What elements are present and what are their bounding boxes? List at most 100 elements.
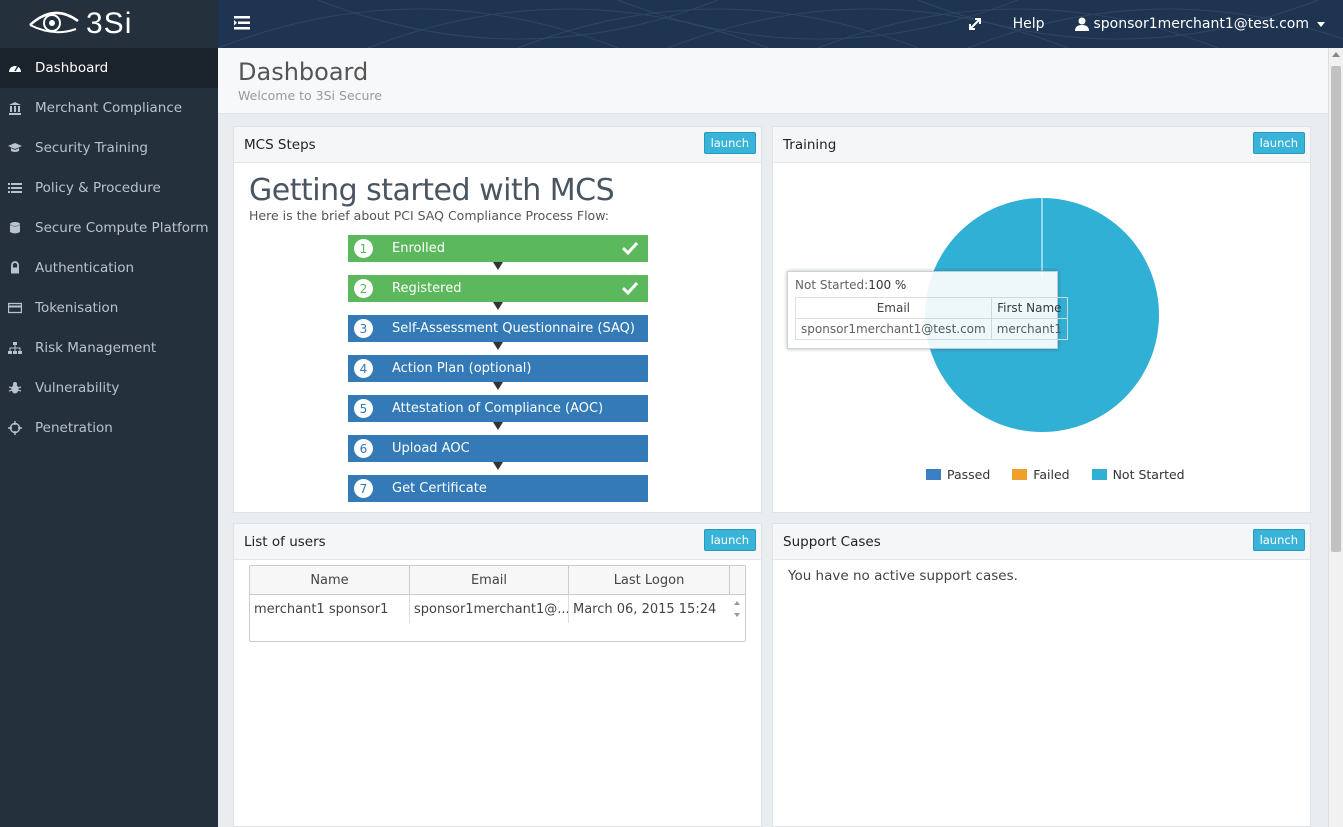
step-upload-aoc[interactable]: 6 Upload AOC — [348, 435, 648, 462]
grid-header: Name Email Last Logon — [250, 566, 745, 595]
grid-scrollbar[interactable] — [729, 595, 745, 623]
page-subtitle: Welcome to 3Si Secure — [238, 88, 382, 103]
panel-title: List of users — [244, 533, 326, 550]
sidebar-item-label: Vulnerability — [35, 380, 120, 396]
mcs-steps-panel: MCS Steps launch Getting started with MC… — [233, 126, 762, 513]
expand-icon[interactable] — [967, 16, 983, 32]
credit-card-icon — [8, 302, 22, 314]
tooltip-first-name: merchant1 — [990, 318, 1068, 340]
column-header-name[interactable]: Name — [250, 566, 410, 594]
down-arrow-icon — [493, 382, 503, 390]
down-arrow-icon — [493, 462, 503, 470]
sidebar: Dashboard Merchant Compliance Security T… — [0, 48, 218, 827]
brand-logo[interactable]: 3Si — [0, 0, 218, 48]
sidebar-item-authentication[interactable]: Authentication — [0, 248, 218, 288]
legend-item-not-started[interactable]: Not Started — [1091, 467, 1185, 482]
page-scrollbar[interactable] — [1328, 48, 1343, 827]
tooltip-value: 100 % — [868, 278, 907, 292]
chart-tooltip: Not Started:100 % Email First Name spons… — [787, 271, 1068, 349]
step-registered[interactable]: 2 Registered — [348, 275, 648, 302]
support-cases-panel: Support Cases launch You have no active … — [772, 523, 1311, 827]
table-row[interactable]: merchant1 sponsor1 sponsor1merchant1@...… — [250, 595, 745, 623]
step-number: 6 — [354, 439, 373, 458]
sidebar-item-tokenisation[interactable]: Tokenisation — [0, 288, 218, 328]
sidebar-item-label: Merchant Compliance — [35, 100, 183, 116]
sidebar-item-merchant-compliance[interactable]: Merchant Compliance — [0, 88, 218, 128]
sidebar-item-vulnerability[interactable]: Vulnerability — [0, 368, 218, 408]
launch-button[interactable]: launch — [703, 132, 756, 154]
step-number: 4 — [354, 359, 373, 378]
legend-swatch — [1012, 469, 1028, 480]
sidebar-item-label: Penetration — [35, 420, 113, 436]
crosshairs-icon — [8, 421, 22, 435]
legend-swatch — [926, 469, 941, 480]
bank-icon — [9, 102, 21, 115]
step-label: Upload AOC — [392, 441, 470, 456]
sidebar-item-label: Tokenisation — [35, 300, 119, 316]
sitemap-icon — [8, 342, 22, 354]
bug-icon — [8, 382, 22, 394]
sidebar-item-secure-compute-platform[interactable]: Secure Compute Platform — [0, 208, 218, 248]
panel-title: Support Cases — [783, 533, 881, 550]
step-number: 1 — [354, 239, 373, 258]
launch-button[interactable]: launch — [703, 529, 756, 551]
graduation-cap-icon — [8, 143, 22, 152]
mcs-subheading: Here is the brief about PCI SAQ Complian… — [249, 208, 609, 223]
step-aoc[interactable]: 5 Attestation of Compliance (AOC) — [348, 395, 648, 422]
mcs-heading: Getting started with MCS — [249, 173, 615, 208]
scroll-thumb[interactable] — [1331, 66, 1341, 552]
step-label: Get Certificate — [392, 481, 487, 496]
check-icon — [622, 281, 638, 295]
step-number: 3 — [354, 319, 373, 338]
scroll-up-icon[interactable] — [1332, 52, 1340, 57]
process-flow: 1 Enrolled 2 Registered 3 Self-Assessmen… — [348, 235, 648, 502]
cell-name: merchant1 sponsor1 — [250, 595, 410, 623]
sidebar-toggle-icon[interactable] — [232, 14, 252, 32]
tooltip-col-first-name: First Name — [990, 297, 1068, 319]
step-enrolled[interactable]: 1 Enrolled — [348, 235, 648, 262]
panel-header: List of users launch — [234, 524, 761, 560]
step-label: Registered — [392, 281, 462, 296]
database-icon — [10, 222, 20, 234]
sidebar-item-policy-procedure[interactable]: Policy & Procedure — [0, 168, 218, 208]
legend-swatch — [1091, 469, 1107, 480]
dashboard-icon — [9, 65, 21, 72]
launch-button[interactable]: launch — [1252, 132, 1305, 154]
step-label: Attestation of Compliance (AOC) — [392, 401, 604, 416]
launch-button[interactable]: launch — [1252, 529, 1305, 551]
user-menu[interactable]: sponsor1merchant1@test.com — [1074, 16, 1325, 32]
cell-email: sponsor1merchant1@... — [410, 595, 569, 623]
down-arrow-icon — [493, 302, 503, 310]
legend-label: Failed — [1033, 467, 1070, 482]
legend-item-failed[interactable]: Failed — [1012, 467, 1070, 482]
eye-logo-icon — [29, 11, 79, 34]
tooltip-col-email: Email — [795, 297, 992, 319]
step-action-plan[interactable]: 4 Action Plan (optional) — [348, 355, 648, 382]
legend-item-passed[interactable]: Passed — [926, 467, 990, 482]
panel-header: Support Cases launch — [773, 524, 1310, 560]
check-icon — [622, 241, 638, 255]
column-header-last-logon[interactable]: Last Logon — [569, 566, 730, 594]
users-panel: List of users launch Name Email Last Log… — [233, 523, 762, 827]
tooltip-table: Email First Name sponsor1merchant1@test.… — [795, 297, 1068, 340]
page-header: Dashboard Welcome to 3Si Secure — [218, 48, 1328, 114]
help-link[interactable]: Help — [1013, 16, 1045, 32]
cell-last-logon: March 06, 2015 15:24 — [573, 601, 717, 617]
sidebar-item-security-training[interactable]: Security Training — [0, 128, 218, 168]
down-arrow-icon — [493, 422, 503, 430]
sidebar-item-penetration[interactable]: Penetration — [0, 408, 218, 448]
list-icon — [8, 183, 22, 193]
legend-label: Not Started — [1112, 467, 1185, 482]
sidebar-item-dashboard[interactable]: Dashboard — [0, 48, 218, 88]
users-grid: Name Email Last Logon merchant1 sponsor1… — [249, 565, 746, 642]
main-content: Dashboard Welcome to 3Si Secure MCS Step… — [218, 48, 1328, 827]
column-header-email[interactable]: Email — [410, 566, 569, 594]
page-title: Dashboard — [238, 58, 369, 86]
step-saq[interactable]: 3 Self-Assessment Questionnaire (SAQ) — [348, 315, 648, 342]
sidebar-item-risk-management[interactable]: Risk Management — [0, 328, 218, 368]
down-arrow-icon — [493, 342, 503, 350]
step-get-certificate[interactable]: 7 Get Certificate — [348, 475, 648, 502]
panel-header: Training launch — [773, 127, 1310, 163]
step-number: 5 — [354, 399, 373, 418]
panel-title: MCS Steps — [244, 136, 316, 153]
